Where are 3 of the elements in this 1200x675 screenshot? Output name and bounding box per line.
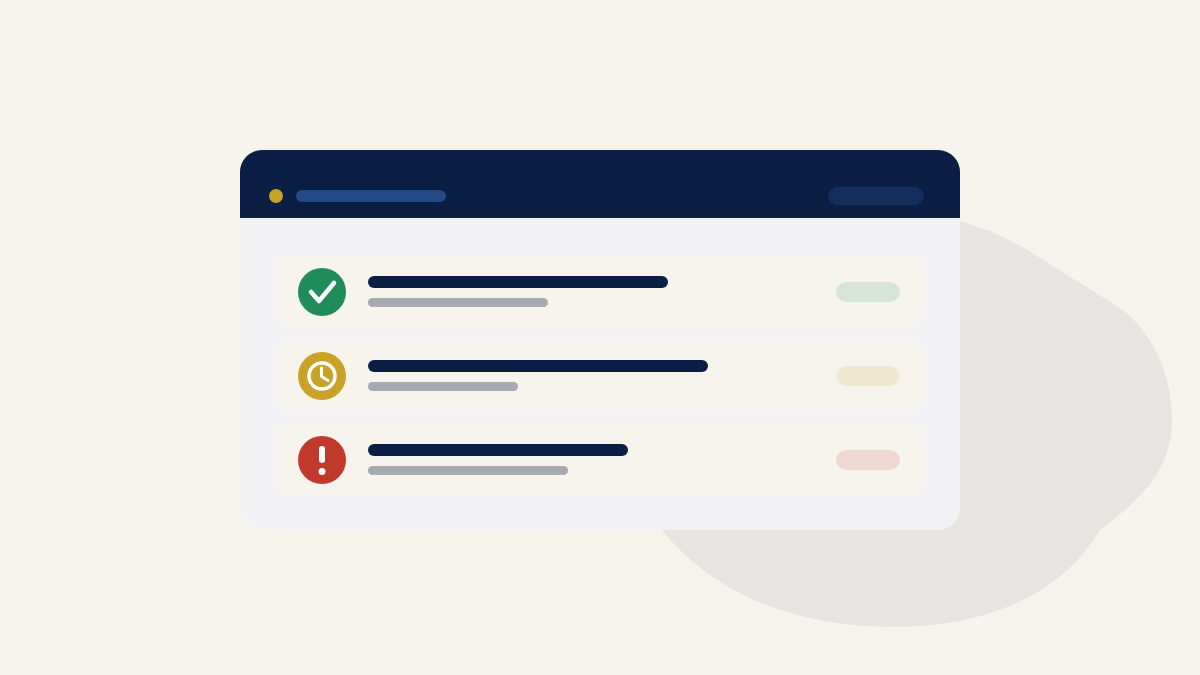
status-pill xyxy=(836,449,900,470)
status-pill xyxy=(836,281,900,302)
status-pill xyxy=(836,365,900,386)
